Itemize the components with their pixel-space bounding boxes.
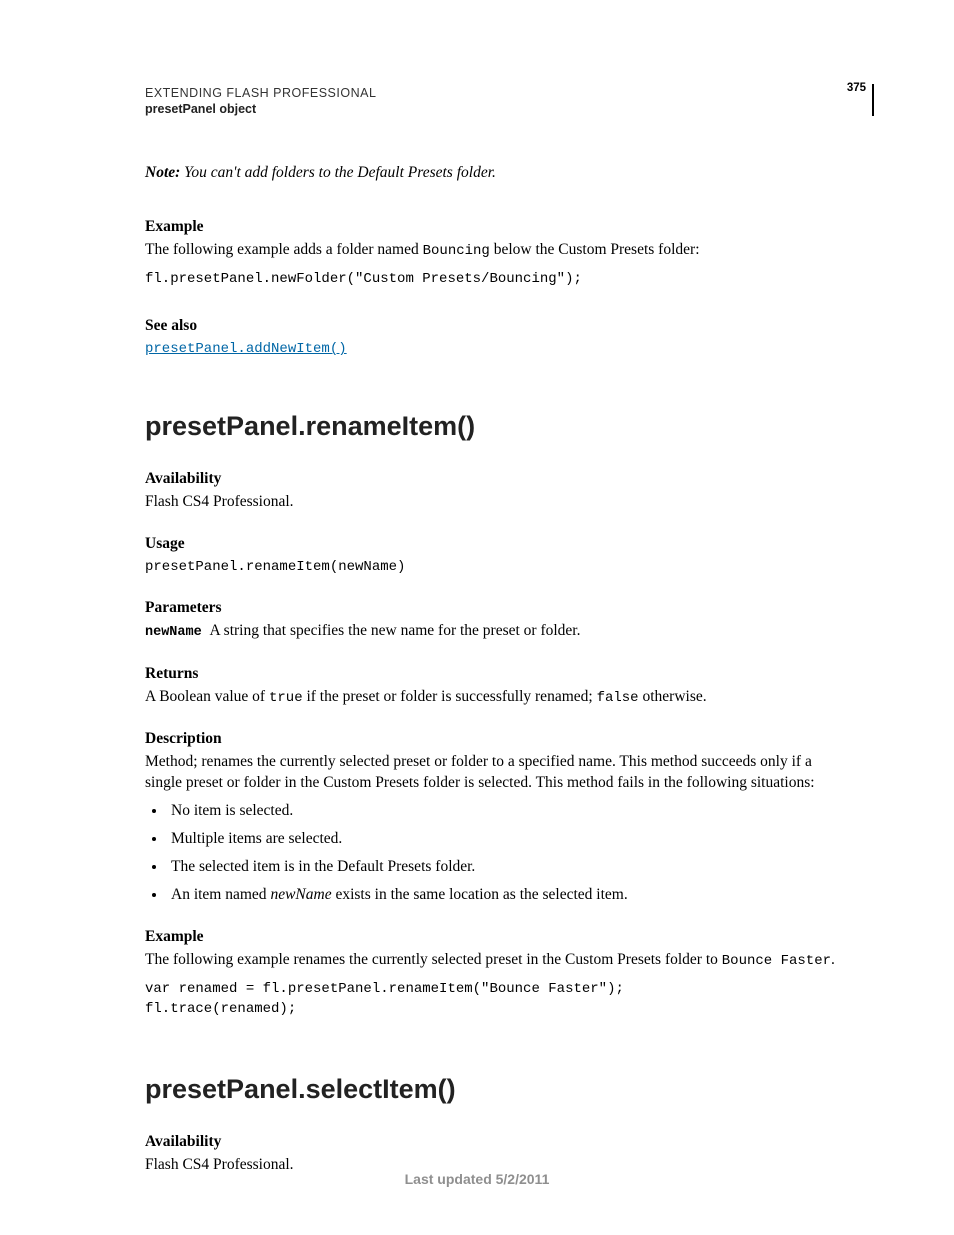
list-item: An item named newName exists in the same… bbox=[167, 885, 844, 906]
example-heading: Example bbox=[145, 218, 844, 236]
parameter-line: newName A string that specifies the new … bbox=[145, 621, 844, 642]
method-title-selectitem: presetPanel.selectItem() bbox=[145, 1074, 844, 1105]
availability-block-2: Availability Flash CS4 Professional. bbox=[145, 1133, 844, 1176]
text: exists in the same location as the selec… bbox=[332, 886, 628, 903]
seealso-heading: See also bbox=[145, 317, 844, 335]
header-subtitle: presetPanel object bbox=[145, 102, 844, 116]
note-label: Note: bbox=[145, 164, 180, 181]
text: . bbox=[831, 951, 835, 968]
parameters-heading: Parameters bbox=[145, 599, 844, 617]
description-text: Method; renames the currently selected p… bbox=[145, 752, 844, 794]
inline-code: Bouncing bbox=[423, 243, 490, 259]
method-title-renameitem: presetPanel.renameItem() bbox=[145, 411, 844, 442]
availability-text: Flash CS4 Professional. bbox=[145, 492, 844, 513]
example-text: The following example renames the curren… bbox=[145, 950, 844, 971]
description-block: Description Method; renames the currentl… bbox=[145, 730, 844, 907]
inline-code-true: true bbox=[269, 690, 303, 706]
returns-heading: Returns bbox=[145, 665, 844, 683]
param-text: A string that specifies the new name for… bbox=[209, 622, 580, 639]
code-block: var renamed = fl.presetPanel.renameItem(… bbox=[145, 979, 844, 1020]
text: below the Custom Presets folder: bbox=[490, 241, 700, 258]
seealso-block: See also presetPanel.addNewItem() bbox=[145, 317, 844, 357]
italic-text: newName bbox=[270, 886, 331, 903]
text: An item named bbox=[171, 886, 270, 903]
parameters-block: Parameters newName A string that specifi… bbox=[145, 599, 844, 642]
usage-block: Usage presetPanel.renameItem(newName) bbox=[145, 535, 844, 577]
list-item: Multiple items are selected. bbox=[167, 829, 844, 850]
returns-block: Returns A Boolean value of true if the p… bbox=[145, 665, 844, 708]
example-heading: Example bbox=[145, 928, 844, 946]
returns-text: A Boolean value of true if the preset or… bbox=[145, 687, 844, 708]
text: otherwise. bbox=[639, 688, 707, 705]
running-header: 375 EXTENDING FLASH PROFESSIONAL presetP… bbox=[145, 86, 844, 116]
header-title: EXTENDING FLASH PROFESSIONAL bbox=[145, 86, 844, 100]
inline-code: Bounce Faster bbox=[722, 953, 831, 969]
footer-updated: Last updated 5/2/2011 bbox=[0, 1171, 954, 1187]
example-block-1: Example The following example adds a fol… bbox=[145, 218, 844, 289]
example-text: The following example adds a folder name… bbox=[145, 240, 844, 261]
header-rule bbox=[872, 84, 874, 116]
description-heading: Description bbox=[145, 730, 844, 748]
list-item: The selected item is in the Default Pres… bbox=[167, 857, 844, 878]
seealso-link[interactable]: presetPanel.addNewItem() bbox=[145, 341, 347, 357]
usage-code: presetPanel.renameItem(newName) bbox=[145, 557, 844, 577]
text: if the preset or folder is successfully … bbox=[303, 688, 597, 705]
availability-block: Availability Flash CS4 Professional. bbox=[145, 470, 844, 513]
param-name: newName bbox=[145, 625, 202, 640]
list-item: No item is selected. bbox=[167, 801, 844, 822]
text: The following example renames the curren… bbox=[145, 951, 722, 968]
availability-heading: Availability bbox=[145, 470, 844, 488]
inline-code-false: false bbox=[597, 690, 639, 706]
text: The following example adds a folder name… bbox=[145, 241, 423, 258]
example-block-2: Example The following example renames th… bbox=[145, 928, 844, 1020]
code-block: fl.presetPanel.newFolder("Custom Presets… bbox=[145, 269, 844, 289]
page: 375 EXTENDING FLASH PROFESSIONAL presetP… bbox=[0, 0, 954, 1235]
usage-heading: Usage bbox=[145, 535, 844, 553]
page-number: 375 bbox=[847, 82, 866, 94]
text: A Boolean value of bbox=[145, 688, 269, 705]
availability-heading: Availability bbox=[145, 1133, 844, 1151]
note-line: Note: You can't add folders to the Defau… bbox=[145, 164, 844, 182]
description-bullets: No item is selected. Multiple items are … bbox=[145, 801, 844, 906]
note-text-body: You can't add folders to the Default Pre… bbox=[184, 164, 496, 181]
